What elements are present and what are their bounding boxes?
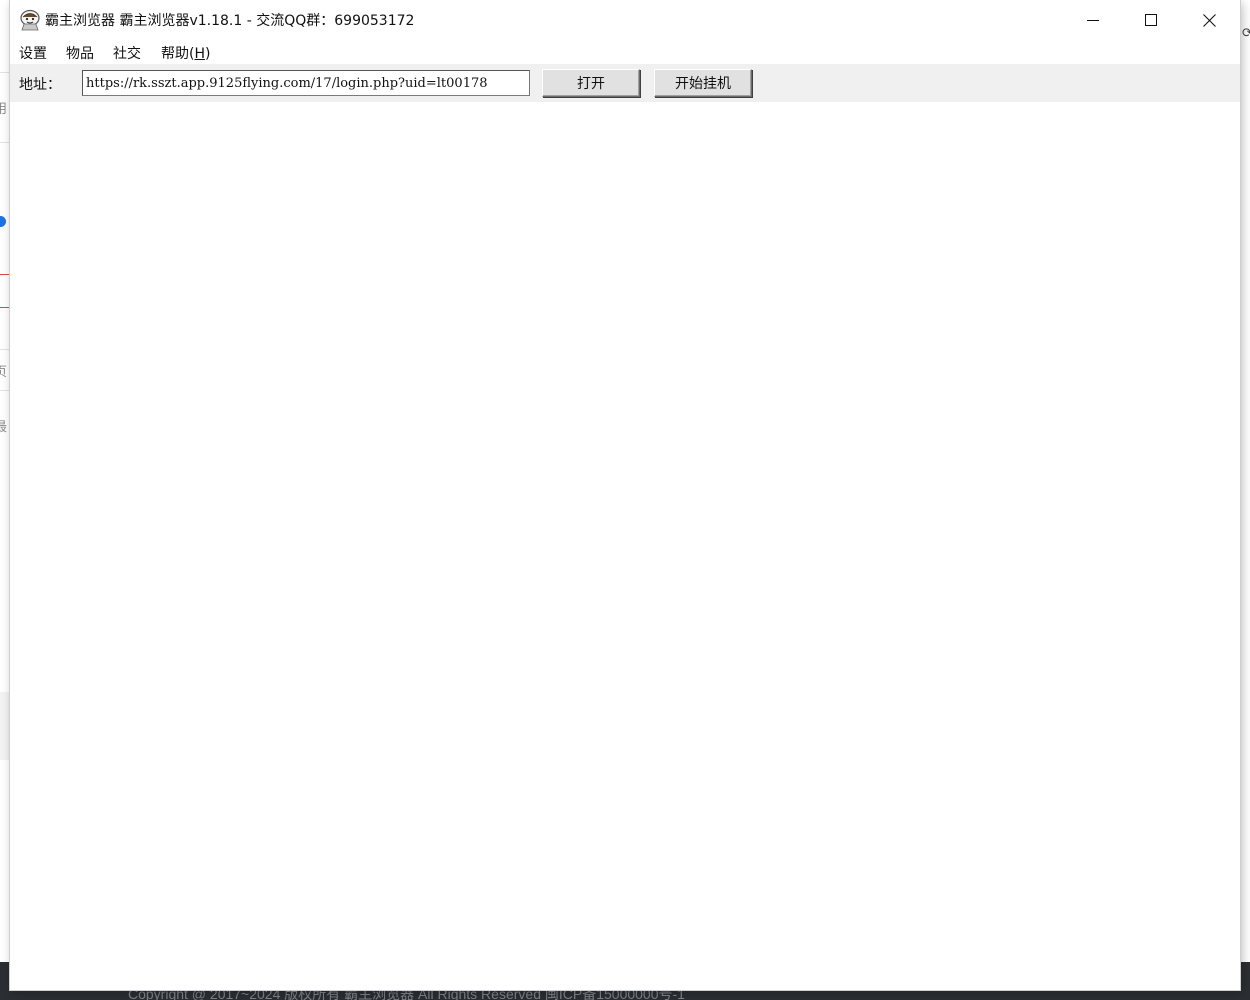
open-button[interactable]: 打开 [542, 69, 640, 97]
background-text-fragment: 最 [0, 420, 8, 435]
title-bar[interactable]: 霸主浏览器 霸主浏览器v1.18.1 - 交流QQ群：699053172 [10, 0, 1240, 40]
address-label: 地址： [19, 77, 61, 93]
background-text-fragment: 用 [0, 102, 8, 117]
menu-item-help[interactable]: 帮助(H) [161, 43, 210, 63]
window-title: 霸主浏览器 霸主浏览器v1.18.1 - 交流QQ群：699053172 [45, 13, 415, 29]
menu-item-social[interactable]: 社交 [113, 43, 141, 63]
background-divider [0, 142, 10, 143]
menu-bar: 设置 物品 社交 帮助(H) [10, 40, 1240, 64]
close-icon [1202, 13, 1216, 27]
background-icon-fragment: ⟳ [1242, 26, 1250, 41]
background-divider-red [0, 274, 10, 275]
menu-item-settings[interactable]: 设置 [19, 43, 47, 63]
menu-item-items[interactable]: 物品 [66, 43, 94, 63]
background-divider [0, 390, 10, 391]
menu-help-label: 帮助( [161, 46, 195, 62]
background-panel [0, 692, 10, 760]
background-divider [0, 349, 10, 350]
menu-help-label-end: ) [205, 46, 211, 62]
close-button[interactable] [1180, 0, 1238, 40]
background-divider-red [0, 307, 10, 308]
address-input[interactable] [82, 70, 530, 96]
browser-content-area[interactable] [10, 102, 1240, 990]
background-divider [0, 72, 10, 73]
app-logo-icon [20, 9, 40, 31]
background-text-fragment: 页 [0, 365, 8, 380]
maximize-button[interactable] [1122, 0, 1180, 40]
menu-help-hotkey: H [194, 46, 205, 62]
maximize-icon [1145, 14, 1157, 26]
background-radio-button [0, 216, 6, 227]
start-auto-button[interactable]: 开始挂机 [654, 69, 752, 97]
minimize-icon [1087, 20, 1099, 21]
desktop-screen: 用 页 最 ⟳ ☐ Copyright @ 2017~2024 版权所有 霸主浏… [0, 0, 1250, 1000]
app-window: 霸主浏览器 霸主浏览器v1.18.1 - 交流QQ群：699053172 设置 [10, 0, 1240, 990]
address-toolbar: 地址： 打开 开始挂机 [10, 64, 1240, 102]
minimize-button[interactable] [1064, 0, 1122, 40]
